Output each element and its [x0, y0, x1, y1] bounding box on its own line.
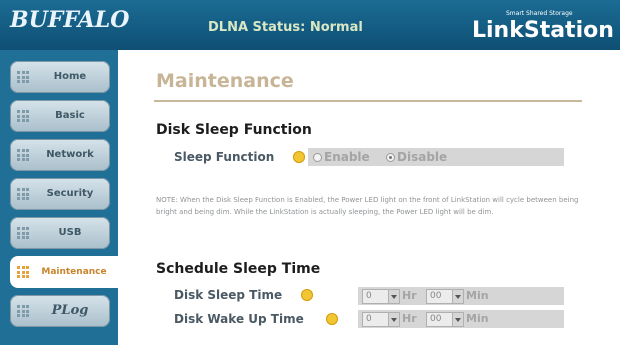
chevron-down-icon: [452, 290, 463, 303]
help-icon[interactable]: [301, 289, 313, 301]
sleep-note: NOTE: When the Disk Sleep Function is En…: [156, 196, 579, 216]
product-tagline: Smart Shared Storage: [506, 10, 573, 17]
enable-radio[interactable]: [313, 153, 322, 162]
header-bar: BUFFALO DLNA Status: Normal Smart Shared…: [0, 0, 620, 50]
grid-icon: [17, 266, 29, 278]
sidebar-item-label: Home: [53, 71, 87, 82]
sidebar-item-plog[interactable]: PLog: [10, 295, 110, 327]
main-content: Maintenance Disk Sleep Function Sleep Fu…: [118, 50, 620, 345]
hour-unit: Hr: [402, 312, 417, 325]
grid-icon: [17, 188, 29, 200]
linkstation-logo: LinkStation: [472, 18, 614, 43]
sidebar-item-maintenance[interactable]: Maintenance: [10, 256, 118, 288]
sleep-hour-select[interactable]: 0: [362, 289, 400, 304]
minute-unit: Min: [466, 312, 489, 325]
sidebar-item-network[interactable]: Network: [10, 139, 110, 171]
grid-icon: [17, 110, 29, 122]
disable-radio-label[interactable]: Disable: [397, 150, 447, 164]
buffalo-logo: BUFFALO: [10, 7, 130, 33]
wake-hour-select[interactable]: 0: [362, 312, 400, 327]
dlna-status: DLNA Status: Normal: [208, 20, 363, 35]
sidebar-item-label: USB: [58, 227, 82, 238]
sidebar-item-label: PLog: [51, 303, 89, 318]
sidebar: Home Basic Network Security USB Maintena…: [0, 50, 118, 345]
disk-sleep-heading: Disk Sleep Function: [156, 122, 312, 138]
sidebar-item-label: Basic: [55, 110, 85, 121]
sidebar-item-basic[interactable]: Basic: [10, 100, 110, 132]
hour-unit: Hr: [402, 289, 417, 302]
sidebar-item-label: Security: [46, 188, 94, 199]
enable-radio-label[interactable]: Enable: [324, 150, 370, 164]
grid-icon: [17, 305, 29, 317]
sidebar-item-usb[interactable]: USB: [10, 217, 110, 249]
title-divider: [154, 100, 582, 102]
chevron-down-icon: [452, 313, 463, 326]
chevron-down-icon: [388, 290, 399, 303]
grid-icon: [17, 71, 29, 83]
page-title: Maintenance: [156, 70, 294, 92]
sleep-function-label: Sleep Function: [174, 150, 275, 164]
sleep-minute-select[interactable]: 00: [426, 289, 464, 304]
minute-unit: Min: [466, 289, 489, 302]
sidebar-item-label: Network: [46, 149, 94, 160]
help-icon[interactable]: [293, 151, 305, 163]
sidebar-item-label: Maintenance: [41, 267, 107, 277]
disable-radio[interactable]: [386, 153, 395, 162]
wake-minute-select[interactable]: 00: [426, 312, 464, 327]
grid-icon: [17, 149, 29, 161]
sidebar-item-security[interactable]: Security: [10, 178, 110, 210]
help-icon[interactable]: [326, 313, 338, 325]
sidebar-item-home[interactable]: Home: [10, 61, 110, 93]
schedule-heading: Schedule Sleep Time: [156, 261, 321, 277]
grid-icon: [17, 227, 29, 239]
chevron-down-icon: [388, 313, 399, 326]
wake-time-label: Disk Wake Up Time: [174, 312, 304, 326]
sleep-time-label: Disk Sleep Time: [174, 288, 283, 302]
